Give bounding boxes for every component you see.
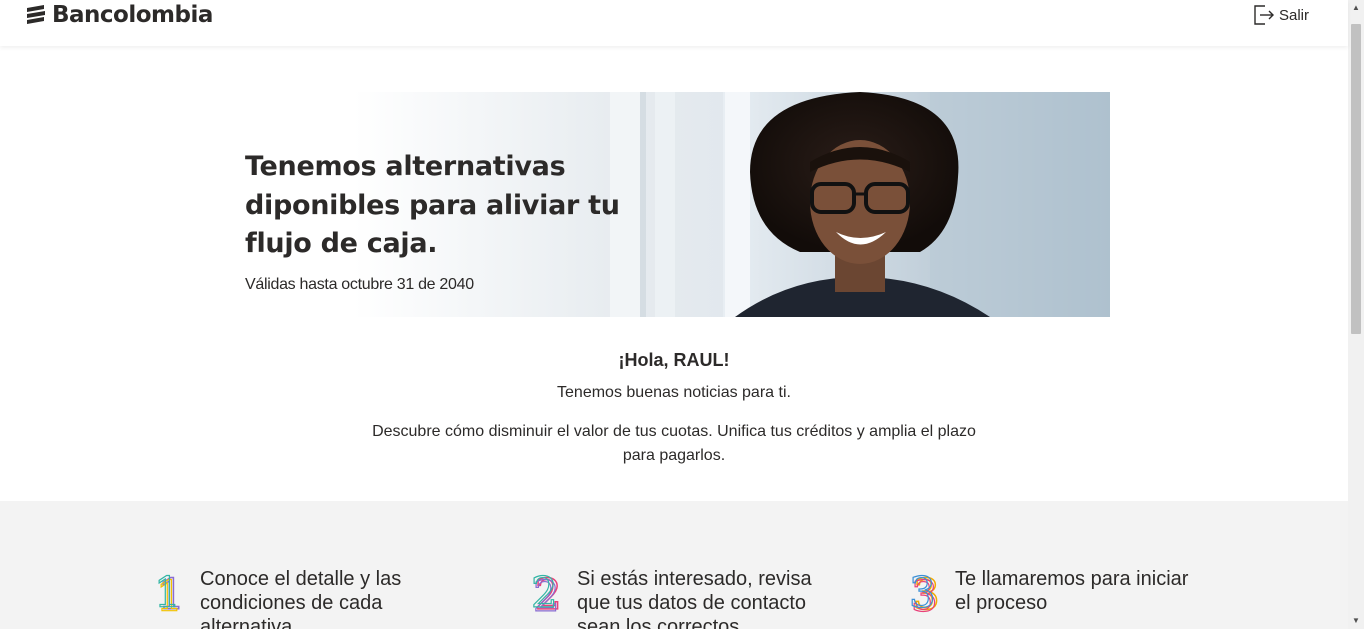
- steps-section: 1 1 1 Conoce el detalle y las condicione…: [0, 501, 1348, 629]
- page-scrollbar[interactable]: ▲ ▼: [1348, 0, 1364, 629]
- promo-banner: Tenemos alternativas diponibles para ali…: [230, 92, 1110, 317]
- banner-title: Tenemos alternativas diponibles para ali…: [245, 151, 620, 259]
- svg-text:1: 1: [154, 571, 181, 615]
- top-header: Bancolombia Salir: [0, 0, 1348, 46]
- scroll-up-arrow-icon[interactable]: ▲: [1348, 0, 1364, 16]
- greeting: ¡Hola, RAUL!: [618, 350, 730, 370]
- bancolombia-logo[interactable]: Bancolombia: [24, 1, 213, 29]
- logout-icon: [1254, 5, 1274, 25]
- step-3: 3 3 3 Te llamaremos para iniciar el proc…: [909, 567, 1195, 615]
- svg-text:2: 2: [531, 571, 558, 615]
- logout-button[interactable]: Salir: [1252, 3, 1309, 27]
- scroll-down-arrow-icon[interactable]: ▼: [1348, 613, 1364, 629]
- step-3-text: Te llamaremos para iniciar el proceso: [955, 568, 1189, 614]
- step-number-3-icon: 3 3 3: [909, 571, 940, 615]
- svg-text:3: 3: [909, 571, 936, 615]
- step-1-text: Conoce el detalle y las condiciones de c…: [200, 568, 402, 629]
- step-2-text: Si estás interesado, revisa que tus dato…: [577, 568, 812, 629]
- step-number-2-icon: 2 2 2: [531, 571, 562, 615]
- scroll-thumb[interactable]: [1351, 24, 1361, 334]
- intro-section: ¡Hola, RAUL! Tenemos buenas noticias par…: [0, 340, 1348, 468]
- banner-validity: Válidas hasta octubre 31 de 2040: [245, 276, 474, 293]
- intro-description: Descubre cómo disminuir el valor de tus …: [372, 423, 976, 464]
- bancolombia-logo-icon: [27, 5, 45, 24]
- logout-label: Salir: [1279, 6, 1310, 24]
- brand-name: Bancolombia: [52, 2, 213, 28]
- step-number-1-icon: 1 1 1: [154, 571, 185, 615]
- intro-subline: Tenemos buenas noticias para ti.: [557, 384, 791, 401]
- step-2: 2 2 2 Si estás interesado, revisa que tu…: [531, 567, 817, 629]
- step-1: 1 1 1 Conoce el detalle y las condicione…: [154, 567, 440, 629]
